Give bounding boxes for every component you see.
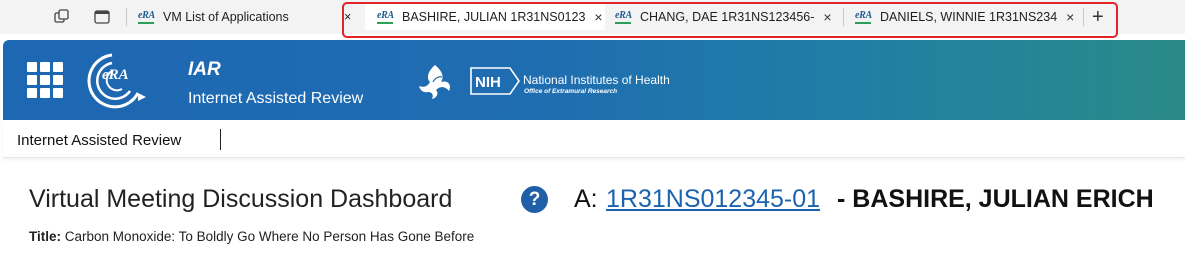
tab-actions-icon[interactable] xyxy=(92,7,112,27)
application-prefix: A: xyxy=(574,185,598,213)
pi-name-text: BASHIRE, JULIAN ERICH xyxy=(852,185,1154,213)
application-title-row: Title: Carbon Monoxide: To Boldly Go Whe… xyxy=(29,229,474,244)
tab-vm-list[interactable]: eRA VM List of Applications xyxy=(138,4,289,30)
tab-group-highlight xyxy=(342,2,1118,38)
tab-separator xyxy=(126,8,127,26)
hhs-eagle-icon xyxy=(415,62,455,102)
tab-label: VM List of Applications xyxy=(163,10,289,24)
logo-text: eRA xyxy=(102,67,129,83)
era-favicon-icon: eRA xyxy=(138,10,155,24)
separator: - xyxy=(837,185,846,213)
help-icon[interactable]: ? xyxy=(521,186,548,213)
nih-badge-text: NIH xyxy=(475,74,501,91)
breadcrumb: Internet Assisted Review xyxy=(3,120,1185,158)
app-header: eRA IAR Internet Assisted Review NIH Nat… xyxy=(3,40,1185,120)
page-title: Virtual Meeting Discussion Dashboard xyxy=(29,185,453,213)
app-menu-grid-icon[interactable] xyxy=(27,62,63,98)
app-abbreviation: IAR xyxy=(188,59,221,80)
title-label: Title: xyxy=(29,229,62,244)
pi-name: - BASHIRE, JULIAN ERICH xyxy=(837,185,1154,214)
title-value: Carbon Monoxide: To Boldly Go Where No P… xyxy=(64,229,475,244)
era-logo[interactable]: eRA xyxy=(82,51,152,111)
nih-name: National Institutes of Health xyxy=(523,73,670,87)
text-cursor xyxy=(220,129,221,150)
nih-office: Office of Extramural Research xyxy=(524,88,618,95)
nih-logo[interactable]: NIH xyxy=(470,67,520,95)
application-number-link[interactable]: 1R31NS012345-01 xyxy=(606,185,820,214)
app-name: Internet Assisted Review xyxy=(188,90,364,107)
workspaces-icon[interactable] xyxy=(52,7,72,27)
breadcrumb-item[interactable]: Internet Assisted Review xyxy=(17,132,181,149)
